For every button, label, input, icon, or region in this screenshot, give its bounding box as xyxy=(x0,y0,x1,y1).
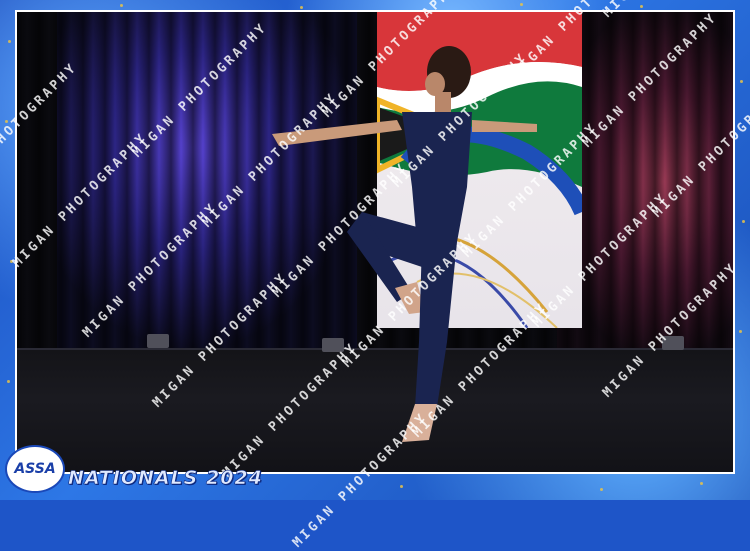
assa-logo: ASSA xyxy=(5,445,65,493)
event-title: NATIONALS 2024 xyxy=(68,467,263,490)
logo-text: ASSA xyxy=(14,461,56,477)
dancer xyxy=(272,46,537,442)
stage-photo xyxy=(17,12,733,472)
